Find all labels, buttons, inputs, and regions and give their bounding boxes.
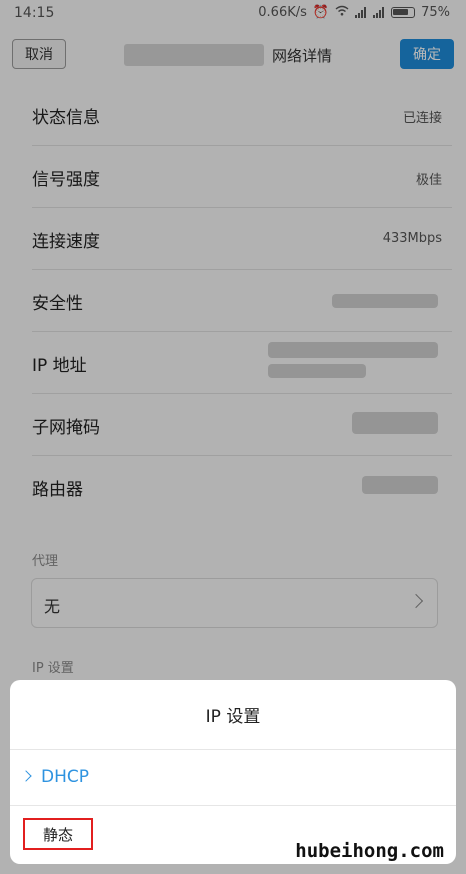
selected-check-icon xyxy=(20,770,32,782)
watermark: hubeihong.com xyxy=(295,840,444,862)
sheet-title: IP 设置 xyxy=(10,680,456,750)
option-label: DHCP xyxy=(41,767,89,787)
ip-settings-sheet: IP 设置 DHCP 静态 xyxy=(10,680,456,864)
option-dhcp[interactable]: DHCP xyxy=(10,750,456,806)
option-label: 静态 xyxy=(23,818,93,850)
